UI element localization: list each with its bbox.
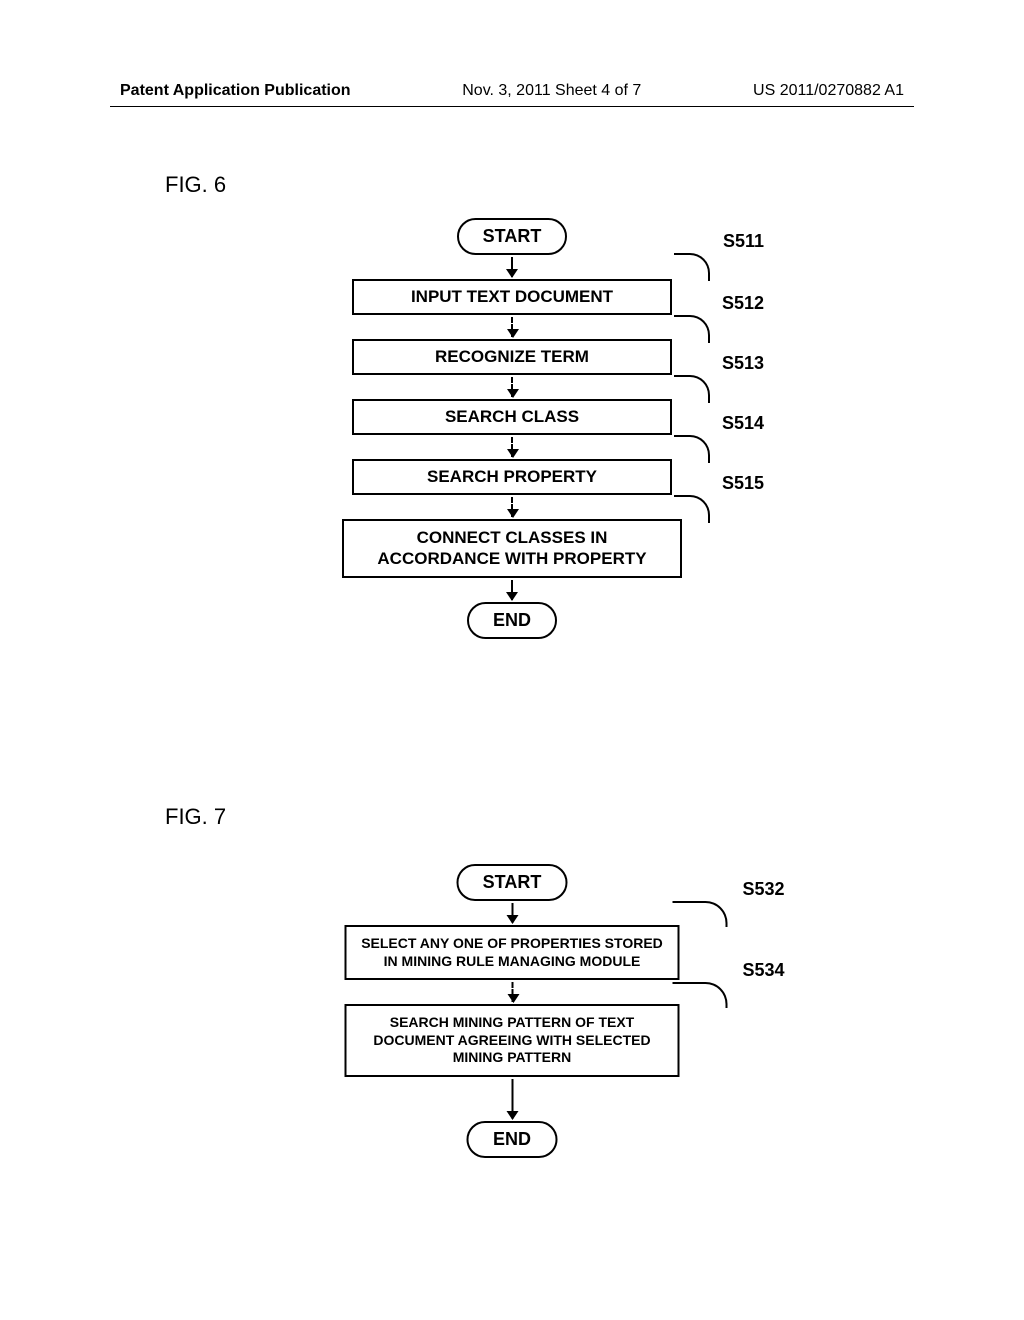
- connector-line: [673, 982, 728, 1008]
- fig6-step-5: CONNECT CLASSES IN ACCORDANCE WITH PROPE…: [342, 519, 682, 578]
- fig7-start-terminal: START: [457, 864, 568, 901]
- connector-line: [674, 315, 710, 343]
- figure-7-label: FIG. 7: [165, 804, 226, 830]
- header-center: Nov. 3, 2011 Sheet 4 of 7: [462, 82, 641, 100]
- arrow-icon: [511, 1079, 513, 1119]
- fig6-start-terminal: START: [457, 218, 568, 255]
- header-divider: [110, 106, 914, 107]
- fig6-step-2-id: S512: [722, 293, 764, 314]
- fig6-step-2: RECOGNIZE TERM: [352, 339, 672, 375]
- header-left: Patent Application Publication: [120, 82, 351, 100]
- fig7-step-2: SEARCH MINING PATTERN OF TEXT DOCUMENT A…: [345, 1004, 680, 1077]
- connector-line: [674, 435, 710, 463]
- arrow-icon: [511, 317, 513, 337]
- connector-line: [674, 253, 710, 281]
- figure-6-flowchart: START INPUT TEXT DOCUMENT S511 RECOGNIZE…: [342, 218, 682, 639]
- fig6-end-terminal: END: [467, 602, 557, 639]
- fig7-end-terminal: END: [467, 1121, 557, 1158]
- fig6-step-1: INPUT TEXT DOCUMENT: [352, 279, 672, 315]
- connector-line: [673, 901, 728, 927]
- fig7-step-1: SELECT ANY ONE OF PROPERTIES STORED IN M…: [345, 925, 680, 980]
- arrow-icon: [511, 257, 513, 277]
- fig6-step-5-id: S515: [722, 473, 764, 494]
- arrow-icon: [511, 982, 513, 1002]
- arrow-icon: [511, 903, 513, 923]
- connector-line: [674, 375, 710, 403]
- fig6-step-1-id: S511: [723, 231, 764, 252]
- arrow-icon: [511, 497, 513, 517]
- figure-7-flowchart: START SELECT ANY ONE OF PROPERTIES STORE…: [345, 864, 680, 1158]
- arrow-icon: [511, 580, 513, 600]
- arrow-icon: [511, 437, 513, 457]
- fig6-step-3: SEARCH CLASS: [352, 399, 672, 435]
- fig6-step-4: SEARCH PROPERTY: [352, 459, 672, 495]
- page-header: Patent Application Publication Nov. 3, 2…: [0, 0, 1024, 100]
- connector-line: [674, 495, 710, 523]
- figure-6-label: FIG. 6: [165, 172, 226, 198]
- fig7-step-1-id: S532: [742, 879, 784, 900]
- arrow-icon: [511, 377, 513, 397]
- header-right: US 2011/0270882 A1: [753, 82, 904, 100]
- fig7-step-2-id: S534: [742, 960, 784, 981]
- fig6-step-4-id: S514: [722, 413, 764, 434]
- fig6-step-3-id: S513: [722, 353, 764, 374]
